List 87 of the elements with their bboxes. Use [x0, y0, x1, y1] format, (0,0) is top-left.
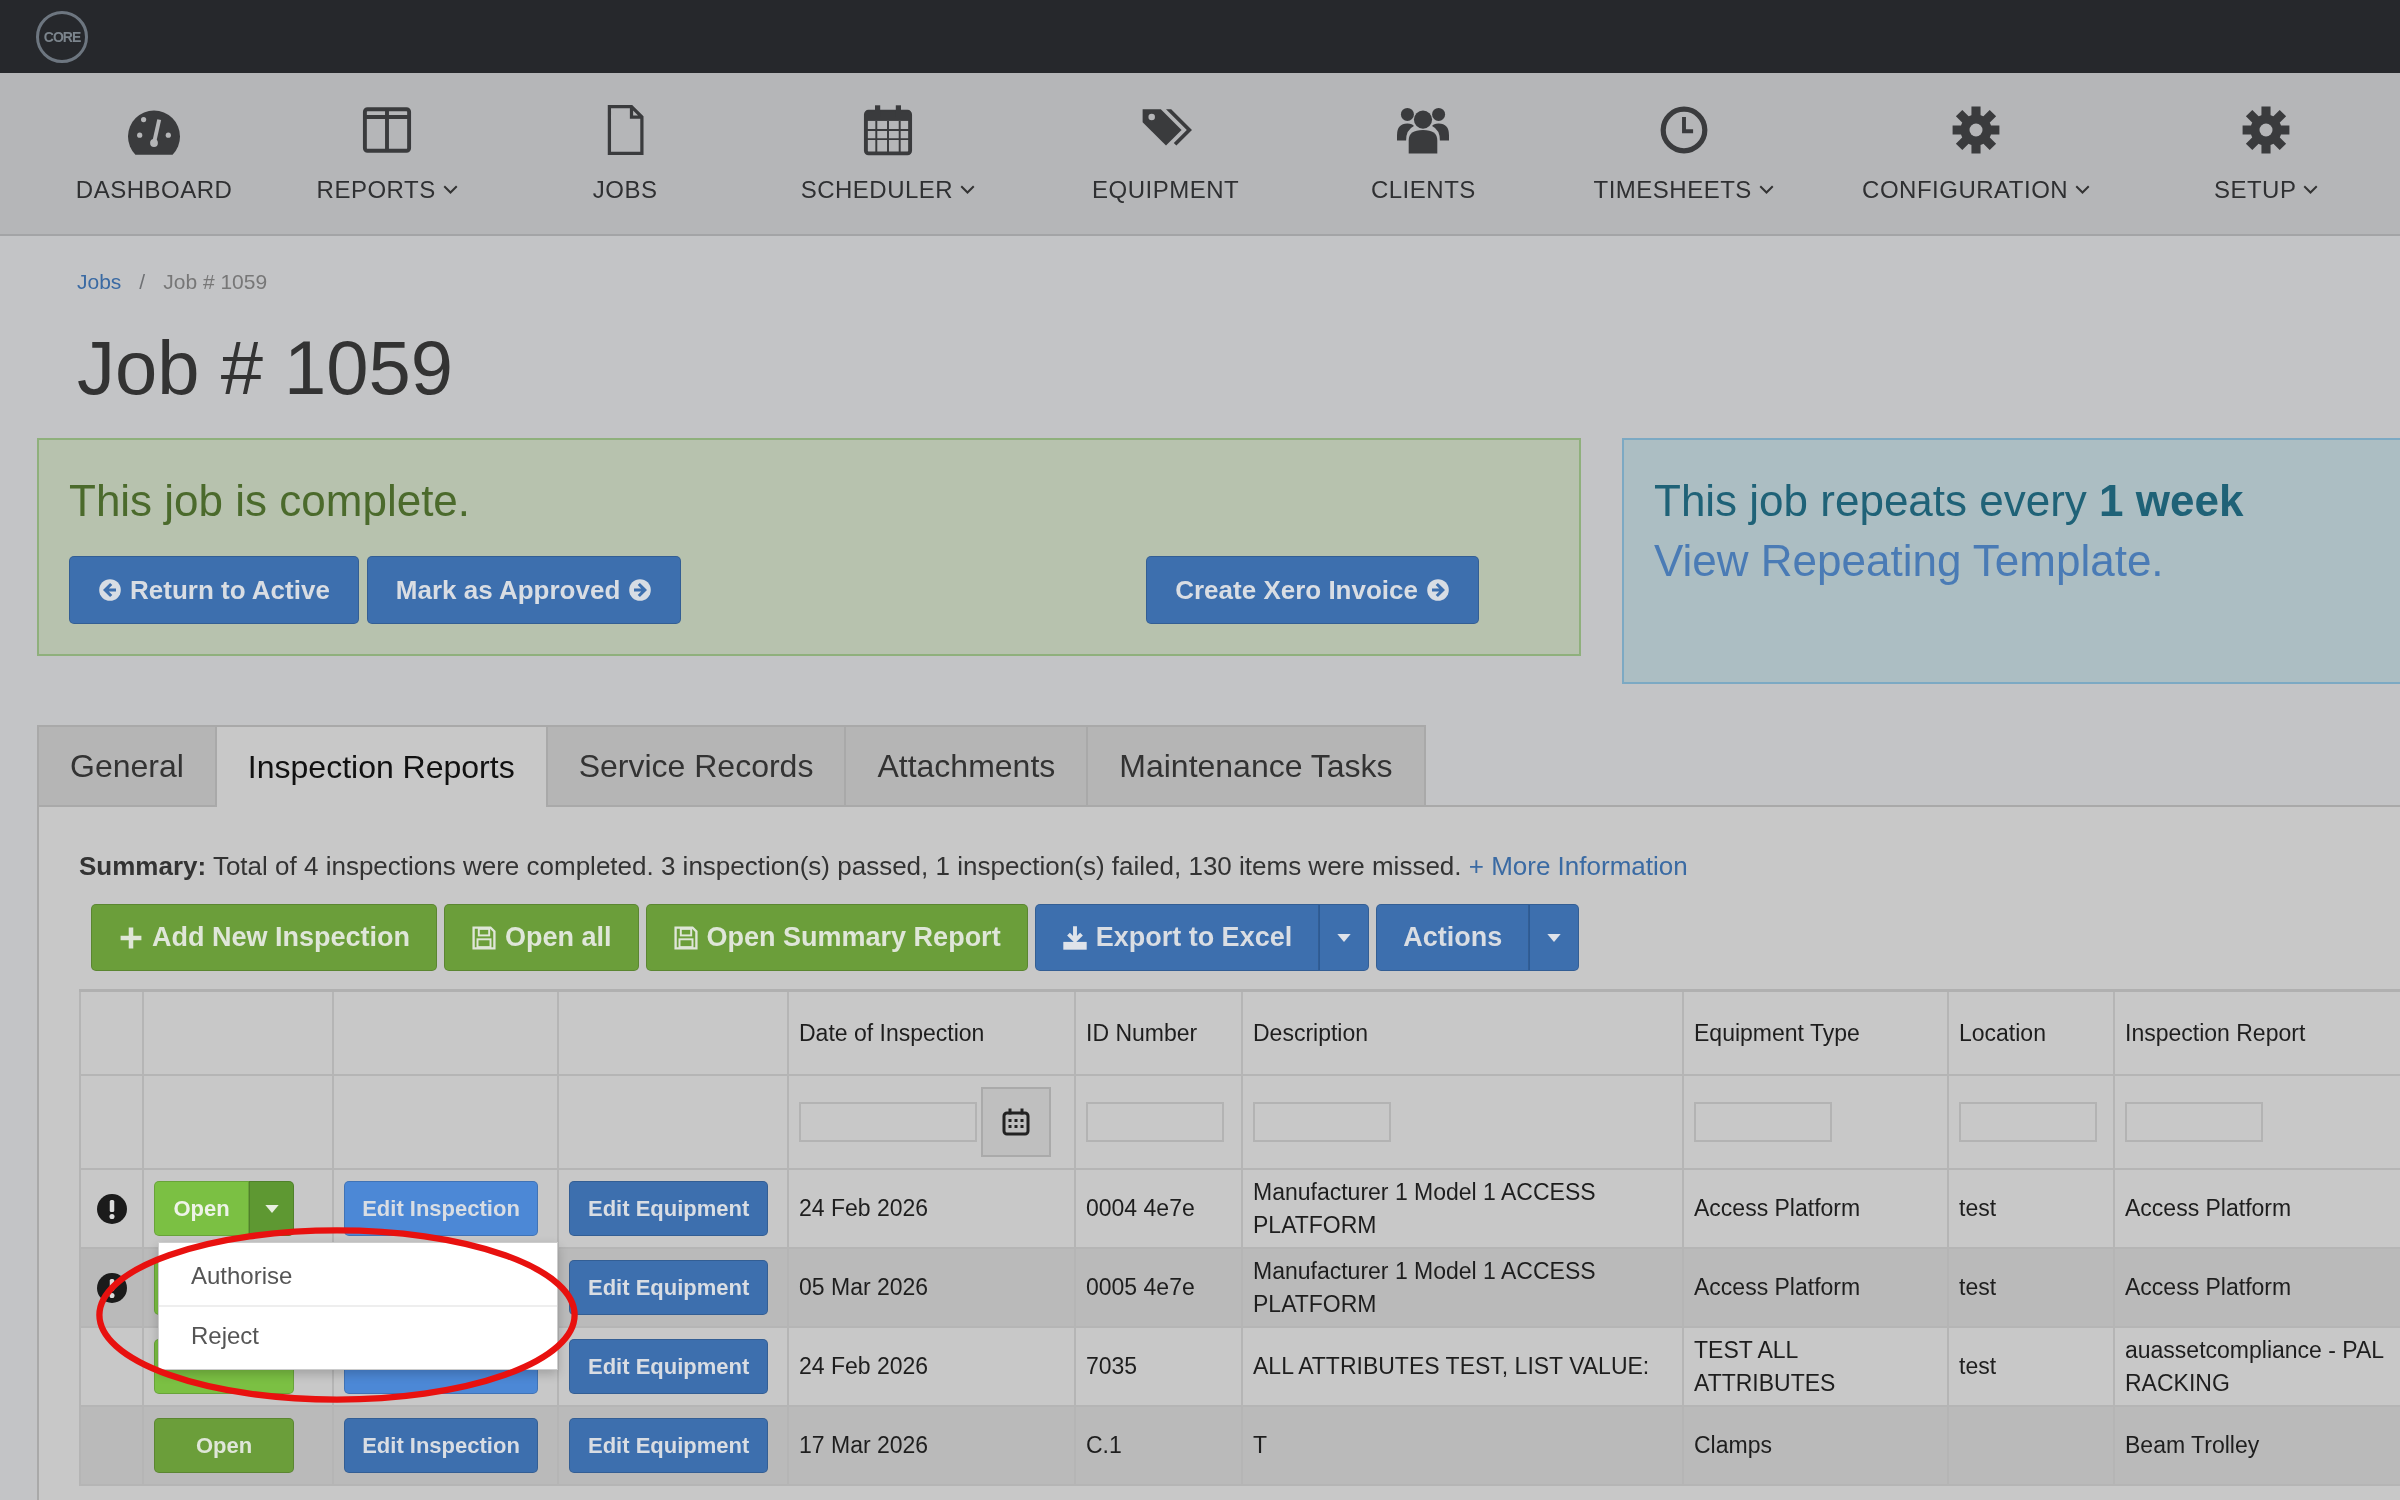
open-button[interactable]: Open	[154, 1181, 249, 1236]
edit-equipment-button[interactable]: Edit Equipment	[569, 1418, 769, 1473]
toolbar-button[interactable]: Actions	[1376, 904, 1530, 971]
nav-item[interactable]: CLIENTS	[1299, 73, 1548, 234]
table-cell: 7035	[1086, 1353, 1138, 1380]
table-cell: Access Platform	[2125, 1274, 2292, 1301]
table-cell: Access Platform	[2125, 1195, 2292, 1222]
table-cell: 0005 4e7e	[1086, 1274, 1195, 1301]
edit-equipment-button[interactable]: Edit Equipment	[569, 1181, 769, 1236]
arrow-right-icon	[628, 578, 653, 602]
edit-inspection-button[interactable]: Edit Inspection	[344, 1181, 538, 1236]
nav-item[interactable]: DASHBOARD	[40, 73, 269, 234]
caret-icon	[264, 1204, 279, 1213]
breadcrumb-current: Job # 1059	[163, 270, 268, 294]
table-cell: TEST ALL ATTRIBUTES	[1694, 1337, 1836, 1396]
calendar-icon	[1001, 1107, 1031, 1137]
table-cell: 24 Feb 2026	[799, 1195, 929, 1222]
chevron-down-icon	[442, 184, 458, 195]
caret-icon	[1337, 933, 1352, 942]
table-cell: Access Platform	[1694, 1195, 1861, 1222]
tab[interactable]: Service Records	[545, 725, 847, 805]
column-header: Date of Inspection	[788, 990, 1075, 1075]
tab[interactable]: General	[37, 725, 217, 805]
table-cell: 05 Mar 2026	[799, 1274, 929, 1301]
chevron-down-icon	[2303, 184, 2319, 195]
tab[interactable]: Attachments	[844, 725, 1089, 805]
toolbar-button[interactable]: Open all	[444, 904, 639, 971]
column-header: ID Number	[1075, 990, 1242, 1075]
page-title: Job # 1059	[77, 324, 455, 412]
menu-item[interactable]: Reject	[159, 1305, 557, 1365]
table-cell: auassetcompliance - PAL RACKING	[2125, 1337, 2385, 1396]
more-information-link[interactable]: + More Information	[1468, 851, 1688, 881]
tab[interactable]: Inspection Reports	[214, 725, 548, 807]
chevron-down-icon	[960, 184, 976, 195]
nav-item[interactable]: REPORTS	[268, 73, 507, 234]
breadcrumb-separator: /	[139, 270, 146, 294]
menu-item[interactable]: Authorise	[159, 1247, 557, 1305]
table-cell: test	[1959, 1195, 1997, 1222]
nav-item[interactable]: TIMESHEETS	[1547, 73, 1820, 234]
toolbar-button[interactable]: Open Summary Report	[645, 904, 1028, 971]
repeating-template-link[interactable]: View Repeating Template.	[1654, 536, 2400, 586]
summary-text: Summary: Total of 4 inspections were completed. 3 inspection(s) passed, 1 inspection(s) failed, 130 items were missed. + More Information	[79, 851, 1689, 882]
table-cell: ALL ATTRIBUTES TEST, LIST VALUE:	[1253, 1353, 1650, 1380]
dropdown-toggle[interactable]	[1319, 904, 1370, 971]
edit-inspection-button[interactable]: Edit Inspection	[344, 1418, 538, 1473]
edit-equipment-button[interactable]: Edit Equipment	[569, 1260, 769, 1315]
column-header: Description	[1242, 990, 1683, 1075]
nav-item[interactable]: CONFIGURATION	[1820, 73, 2133, 234]
table-cell: T	[1253, 1432, 1268, 1459]
nav-item[interactable]: JOBS	[506, 73, 745, 234]
table-cell: Manufacturer 1 Model 1 ACCESS PLATFORM	[1253, 1258, 1596, 1317]
table-cell: 0004 4e7e	[1086, 1195, 1195, 1222]
breadcrumb-link[interactable]: Jobs	[77, 270, 122, 294]
nav-item[interactable]: SCHEDULER	[744, 73, 1032, 234]
table-cell: test	[1959, 1274, 1997, 1301]
chevron-down-icon	[2075, 184, 2091, 195]
table-cell: C.1	[1086, 1432, 1122, 1459]
alert-button[interactable]: Return to Active	[69, 556, 359, 624]
nav-item[interactable]: EQUIPMENT	[1031, 73, 1300, 234]
chevron-down-icon	[1758, 184, 1774, 195]
alert-button[interactable]: Mark as Approved	[366, 556, 682, 624]
table-cell: Manufacturer 1 Model 1 ACCESS PLATFORM	[1253, 1179, 1596, 1238]
edit-equipment-button[interactable]: Edit Equipment	[569, 1339, 769, 1394]
table-cell: Clamps	[1694, 1432, 1772, 1459]
table-cell: 17 Mar 2026	[799, 1432, 929, 1459]
table-cell: Beam Trolley	[2125, 1432, 2260, 1459]
toolbar-button[interactable]: Export to Excel	[1034, 904, 1320, 971]
nav-item[interactable]: SETUP	[2132, 73, 2400, 234]
column-header: Equipment Type	[1683, 990, 1948, 1075]
tab[interactable]: Maintenance Tasks	[1086, 725, 1426, 805]
open-button[interactable]: Open	[154, 1418, 294, 1473]
logo[interactable]: CORE	[36, 10, 88, 63]
column-header: Location	[1948, 990, 2114, 1075]
download-icon	[1061, 924, 1088, 951]
alert-message: This job repeats every 1 week	[1654, 476, 2245, 526]
dropdown-toggle[interactable]	[249, 1181, 294, 1236]
table-cell: 24 Feb 2026	[799, 1353, 929, 1380]
calendar-button[interactable]	[981, 1087, 1051, 1157]
caret-icon	[1547, 933, 1562, 942]
table-cell: Access Platform	[1694, 1274, 1861, 1301]
dropdown-toggle[interactable]	[1529, 904, 1580, 971]
alert-button[interactable]: Create Xero Invoice	[1146, 556, 1479, 624]
alert-message: This job is complete.	[69, 476, 472, 526]
arrow-right-icon	[1426, 578, 1450, 602]
table-cell: test	[1959, 1353, 1997, 1380]
arrow-left-icon	[98, 578, 122, 602]
toolbar-button[interactable]: Add New Inspection	[91, 904, 438, 971]
